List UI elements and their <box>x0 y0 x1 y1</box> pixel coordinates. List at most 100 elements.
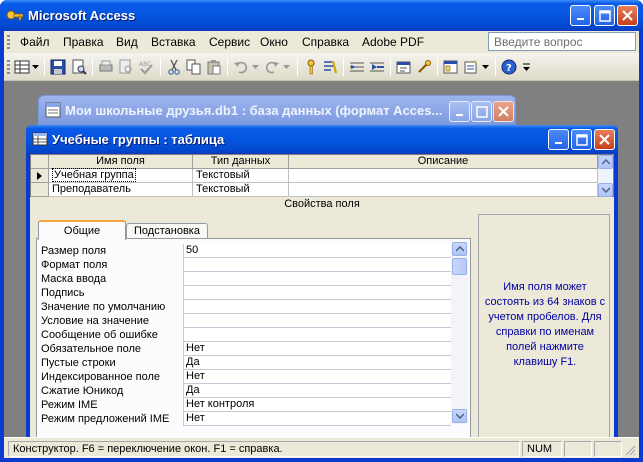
property-value[interactable]: Нет контроля <box>183 398 451 412</box>
database-window-icon[interactable] <box>442 58 460 76</box>
field-name-value: Учебная группа <box>52 168 136 182</box>
insert-rows-icon[interactable] <box>348 58 366 76</box>
property-value[interactable] <box>183 272 451 286</box>
menu-adobe-pdf[interactable]: Adobe PDF <box>362 35 424 49</box>
search-file-icon[interactable] <box>70 58 88 76</box>
status-panel-empty <box>564 441 592 457</box>
menu-file[interactable]: Файл <box>20 35 50 49</box>
spelling-icon[interactable]: ABC <box>137 58 155 76</box>
close-button[interactable] <box>617 5 638 26</box>
properties-scroll-thumb[interactable] <box>452 258 467 275</box>
status-num-indicator: NUM <box>522 441 562 457</box>
row-selector[interactable] <box>31 183 49 197</box>
table-close-button[interactable] <box>594 129 615 150</box>
view-dropdown-icon[interactable] <box>30 58 40 76</box>
table-window-client: Имя поля Тип данных Описание Учебная гру… <box>30 154 614 455</box>
save-icon[interactable] <box>49 58 67 76</box>
grid-scroll-track[interactable] <box>598 169 613 183</box>
data-type-cell[interactable]: Текстовый <box>193 169 289 183</box>
app-title: Microsoft Access <box>28 8 136 23</box>
redo-dropdown-icon[interactable] <box>281 58 291 76</box>
property-value[interactable] <box>183 300 451 314</box>
grid-corner[interactable] <box>31 155 49 169</box>
properties-icon[interactable] <box>395 58 413 76</box>
property-value[interactable]: Да <box>183 356 451 370</box>
description-cell[interactable] <box>289 169 598 183</box>
menu-insert[interactable]: Вставка <box>151 35 196 49</box>
toolbar-separator <box>437 58 438 76</box>
properties-scrollbar[interactable] <box>451 242 468 424</box>
cut-icon[interactable] <box>165 58 183 76</box>
field-properties-header: Свойства поля <box>284 198 360 210</box>
undo-icon[interactable] <box>232 58 250 76</box>
property-value[interactable]: 50 <box>183 244 451 258</box>
property-value[interactable] <box>183 328 451 342</box>
property-value[interactable]: Нет <box>183 342 451 356</box>
column-header-data-type[interactable]: Тип данных <box>193 155 289 169</box>
property-value[interactable] <box>183 258 451 272</box>
menu-help[interactable]: Справка <box>302 35 349 49</box>
row-selector-current[interactable] <box>31 169 49 183</box>
data-type-cell[interactable]: Текстовый <box>193 183 289 197</box>
new-object-dropdown-icon[interactable] <box>480 58 490 76</box>
db-maximize-button[interactable] <box>471 101 492 122</box>
description-cell[interactable] <box>289 183 598 197</box>
menu-view[interactable]: Вид <box>116 35 138 49</box>
table-window-titlebar[interactable]: Учебные группы : таблица <box>26 125 618 154</box>
field-name-cell[interactable]: Учебная группа <box>49 168 193 183</box>
property-label: Условие на значение <box>41 315 150 327</box>
property-value[interactable]: Нет <box>183 412 451 426</box>
menu-tools[interactable]: Сервис <box>209 35 250 49</box>
table-minimize-button[interactable] <box>548 129 569 150</box>
property-label: Пустые строки <box>41 357 116 369</box>
table-maximize-button[interactable] <box>571 129 592 150</box>
property-label: Режим предложений IME <box>41 413 170 425</box>
db-close-button[interactable] <box>493 101 514 122</box>
toolbar-grip[interactable] <box>7 60 10 74</box>
db-minimize-button[interactable] <box>449 101 470 122</box>
grid-scroll-up-button[interactable] <box>598 155 613 169</box>
field-design-grid: Имя поля Тип данных Описание Учебная гру… <box>30 154 614 197</box>
redo-icon[interactable] <box>263 58 281 76</box>
property-value[interactable]: Да <box>183 384 451 398</box>
properties-scroll-down-button[interactable] <box>452 409 467 423</box>
tab-general[interactable]: Общие <box>38 220 126 240</box>
column-header-description[interactable]: Описание <box>289 155 598 169</box>
resize-grip-icon[interactable] <box>624 444 636 456</box>
indexes-icon[interactable] <box>321 58 339 76</box>
undo-dropdown-icon[interactable] <box>250 58 260 76</box>
menu-grip[interactable] <box>7 35 10 49</box>
property-label: Сообщение об ошибке <box>41 329 158 341</box>
print-preview-icon[interactable] <box>117 58 135 76</box>
properties-scroll-up-button[interactable] <box>452 242 467 256</box>
toolbar-separator <box>495 58 496 76</box>
mdi-workspace: Мои школьные друзья.db1 : база данных (ф… <box>4 81 639 459</box>
property-value[interactable] <box>183 314 451 328</box>
new-object-icon[interactable] <box>462 58 480 76</box>
field-name-cell[interactable]: Преподаватель <box>49 183 193 197</box>
copy-icon[interactable] <box>185 58 203 76</box>
toolbar-separator <box>44 58 45 76</box>
maximize-button[interactable] <box>594 5 615 26</box>
print-icon[interactable] <box>97 58 115 76</box>
property-value[interactable]: Нет <box>183 370 451 384</box>
primary-key-icon[interactable] <box>302 58 320 76</box>
property-value[interactable] <box>183 286 451 300</box>
toolbar-options-icon[interactable] <box>521 58 531 76</box>
property-label: Режим IME <box>41 399 98 411</box>
database-window[interactable]: Мои школьные друзья.db1 : база данных (ф… <box>38 95 516 125</box>
grid-scroll-down-button[interactable] <box>598 183 613 197</box>
help-question-input[interactable]: Введите вопрос <box>488 32 636 51</box>
help-icon[interactable]: ? <box>500 58 518 76</box>
paste-icon[interactable] <box>205 58 223 76</box>
menu-window[interactable]: Окно <box>260 35 288 49</box>
design-view-icon[interactable] <box>13 58 31 76</box>
column-header-field-name[interactable]: Имя поля <box>49 155 193 169</box>
delete-rows-icon[interactable] <box>368 58 386 76</box>
key-icon[interactable] <box>6 7 24 23</box>
build-icon[interactable] <box>415 58 433 76</box>
minimize-button[interactable] <box>570 5 591 26</box>
tab-lookup[interactable]: Подстановка <box>126 223 208 239</box>
app-titlebar[interactable]: Microsoft Access <box>0 0 643 31</box>
menu-edit[interactable]: Правка <box>63 35 104 49</box>
